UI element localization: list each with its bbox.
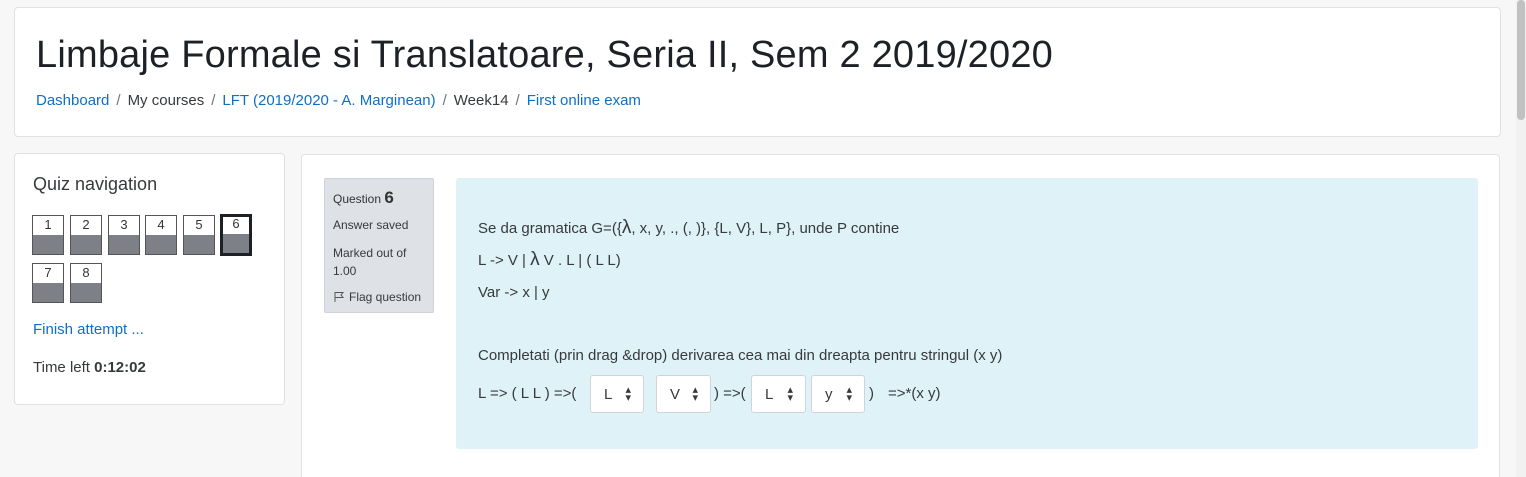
time-left-value: 0:12:02 [94,359,146,376]
lambda-symbol: λ [621,217,632,238]
select-value: V [670,386,681,403]
select-arrows-icon: ▴ ▾ [692,384,698,404]
question-info: Question 6 Answer saved Marked out of 1.… [324,178,434,313]
derivation-select-1[interactable]: L ▴ ▾ [590,375,644,413]
breadcrumb-dashboard[interactable]: Dashboard [36,92,109,109]
breadcrumb-separator: / [211,92,216,109]
question-number-value: 6 [384,188,394,207]
question-text: V . L | ( L L) [539,252,621,269]
derivation-select-4[interactable]: y ▴ ▾ [811,375,865,413]
time-left-label: Time left [33,359,90,376]
quiz-nav-button-1[interactable]: 1 [32,215,64,255]
flag-question-label: Flag question [349,290,422,304]
quiz-nav-number: 4 [157,217,165,232]
page-header: Limbaje Formale si Translatoare, Seria I… [14,7,1501,137]
quiz-nav-number: 7 [44,265,52,280]
question-number: Question 6 [333,188,394,208]
quiz-nav-number: 3 [120,217,128,232]
quiz-nav-button-5[interactable]: 5 [183,215,215,255]
question-prompt: Completati (prin drag &drop) derivarea c… [478,347,1003,364]
select-arrows-icon: ▴ ▾ [846,384,852,404]
breadcrumb-course[interactable]: LFT (2019/2020 - A. Marginean) [222,92,435,109]
breadcrumb-separator: / [515,92,520,109]
breadcrumb-week: Week14 [453,92,509,109]
select-value: L [604,386,613,403]
page-title: Limbaje Formale si Translatoare, Seria I… [36,34,1054,76]
quiz-nav-number: 2 [82,217,90,232]
breadcrumb-separator: / [442,92,447,109]
quiz-nav-number: 1 [44,217,52,232]
question-text: L -> V | [478,252,531,269]
quiz-nav-number: 5 [195,217,203,232]
page-scrollbar[interactable] [1516,0,1526,477]
flag-icon [334,292,345,302]
derivation-text: L => ( L L ) =>( [478,385,577,402]
quiz-nav-number: 8 [82,265,90,280]
quiz-nav-number: 6 [232,216,240,231]
select-value: y [825,386,833,403]
derivation-text: =>*(x y) [888,385,941,402]
quiz-nav-button-3[interactable]: 3 [108,215,140,255]
scrollbar-thumb[interactable] [1517,0,1525,120]
quiz-nav-button-8[interactable]: 8 [70,263,102,303]
main-content: Question 6 Answer saved Marked out of 1.… [301,154,1500,477]
derivation-text: ) =>( [714,385,746,402]
breadcrumb-separator: / [116,92,121,109]
question-word: Question [333,192,382,206]
question-line-2: L -> V | λ V . L | ( L L) [478,249,621,271]
select-value: L [765,386,774,403]
quiz-nav-button-2[interactable]: 2 [70,215,102,255]
flag-question-button[interactable]: Flag question [333,290,421,304]
time-left: Time left 0:12:02 [33,359,146,376]
question-line-3: Var -> x | y [478,284,550,301]
breadcrumb-my-courses: My courses [127,92,205,109]
quiz-nav-button-4[interactable]: 4 [145,215,177,255]
finish-attempt-link[interactable]: Finish attempt ... [33,321,144,338]
derivation-select-2[interactable]: V ▴ ▾ [656,375,711,413]
question-text: , x, y, ., (, )}, {L, V}, L, P}, unde P … [631,220,900,237]
select-arrows-icon: ▴ ▾ [625,384,631,404]
question-line-1: Se da gramatica G=({λ, x, y, ., (, )}, {… [478,217,899,239]
lambda-symbol: λ [530,249,540,270]
quiz-navigation-block: Quiz navigation 1 2 3 4 5 6 7 8 Finish a… [14,153,285,405]
quiz-nav-button-6-current[interactable]: 6 [220,214,252,256]
quiz-nav-button-7[interactable]: 7 [32,263,64,303]
select-arrows-icon: ▴ ▾ [787,384,793,404]
breadcrumb-exam[interactable]: First online exam [527,92,641,109]
derivation-text: ) [869,385,874,402]
question-text: Se da gramatica G=({ [478,220,622,237]
question-state: Answer saved [333,218,409,232]
question-content: Se da gramatica G=({λ, x, y, ., (, )}, {… [456,178,1478,449]
quiz-navigation-title: Quiz navigation [33,174,158,194]
derivation-select-3[interactable]: L ▴ ▾ [751,375,806,413]
question-grade: Marked out of 1.00 [333,246,407,278]
breadcrumb: Dashboard / My courses / LFT (2019/2020 … [36,92,641,109]
